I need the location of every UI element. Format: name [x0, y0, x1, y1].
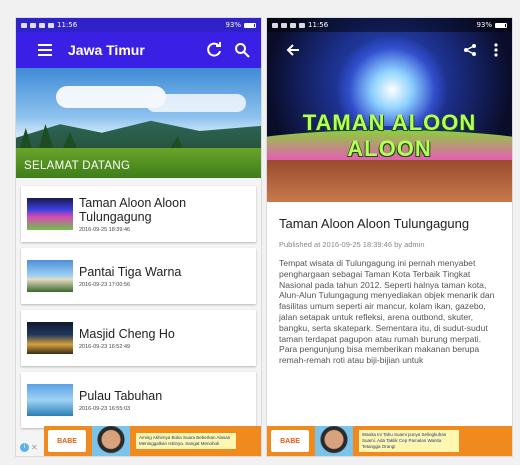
ad-banner[interactable]: BABE Wanita Ini Tahu Suami punya Selingk… [267, 426, 512, 456]
article-title: Taman Aloon Aloon Tulungagung [279, 216, 470, 231]
status-icons: 11:56 [21, 21, 77, 29]
item-date: 2016-09-23 17:00:56 [79, 281, 131, 288]
ad-logo: BABE [48, 430, 86, 452]
ad-close-icon[interactable]: ✕ [31, 443, 38, 452]
menu-icon[interactable] [36, 41, 54, 59]
thumbnail-image [27, 322, 73, 354]
refresh-icon[interactable] [205, 41, 223, 59]
hero-sign-text: TAMAN ALOON ALOON [302, 110, 477, 161]
thumbnail-image [27, 198, 73, 230]
ad-logo: BABE [271, 430, 309, 452]
list-item[interactable]: Masjid Cheng Ho 2016-09-23 16:52:49 [21, 310, 256, 366]
detail-screen: 11:56 93% TAMAN ALOON ALOON Taman Aloon … [267, 18, 512, 456]
thumbnail-image [27, 260, 73, 292]
hero-banner: SELAMAT DATANG [16, 68, 261, 178]
thumbnail-image [27, 384, 73, 416]
list-item[interactable]: Pulau Tabuhan 2016-09-23 16:55:03 [21, 372, 256, 428]
ad-text: Wanita Ini Tahu Suami punya Selingkuhan … [359, 430, 459, 452]
ad-info-icon[interactable]: i [20, 443, 29, 452]
battery-icon [495, 22, 507, 28]
item-title: Pantai Tiga Warna [79, 264, 182, 279]
item-title: Taman Aloon Aloon Tulungagung [79, 195, 187, 224]
ad-text: Aming Akhirnya Buka Suara Beberkan Alasa… [136, 433, 236, 449]
place-list: Taman Aloon Aloon Tulungagung 2016-09-25… [16, 178, 261, 456]
more-vert-icon[interactable] [488, 42, 504, 58]
status-bar: 11:56 93% [267, 18, 512, 32]
article-meta: Published at 2016-09-25 18:39:46 by admi… [279, 240, 425, 249]
list-item[interactable]: Pantai Tiga Warna 2016-09-23 17:00:56 [21, 248, 256, 304]
ad-image [315, 426, 353, 456]
item-title: Masjid Cheng Ho [79, 326, 175, 341]
hero-caption: SELAMAT DATANG [24, 160, 131, 172]
item-date: 2016-09-25 18:39:46 [79, 226, 131, 233]
status-bar: 11:56 93% [16, 18, 261, 32]
item-date: 2016-09-23 16:52:49 [79, 343, 131, 350]
item-date: 2016-09-23 16:55:03 [79, 405, 131, 412]
item-title: Pulau Tabuhan [79, 388, 163, 403]
battery-text: 93% [476, 21, 492, 29]
ad-image [92, 426, 130, 456]
article-content: Taman Aloon Aloon Tulungagung Published … [267, 202, 512, 366]
search-icon[interactable] [233, 41, 251, 59]
status-icons: 11:56 [272, 21, 328, 29]
arrow-left-icon[interactable] [285, 42, 301, 58]
detail-toolbar [267, 40, 512, 60]
share-icon[interactable] [462, 42, 478, 58]
app-bar: Jawa Timur [16, 32, 261, 68]
battery-icon [244, 22, 256, 28]
battery-text: 93% [225, 21, 241, 29]
ad-banner[interactable]: BABE Aming Akhirnya Buka Suara Beberkan … [44, 426, 261, 456]
list-screen: 11:56 93% Jawa Timur SELAMAT DATANG Tama… [16, 18, 261, 456]
status-time: 11:56 [57, 21, 78, 29]
app-title: Jawa Timur [68, 42, 145, 58]
article-body: Tempat wisata di Tulungagung ini pernah … [279, 258, 495, 366]
list-item[interactable]: Taman Aloon Aloon Tulungagung 2016-09-25… [21, 186, 256, 242]
status-time: 11:56 [308, 21, 329, 29]
